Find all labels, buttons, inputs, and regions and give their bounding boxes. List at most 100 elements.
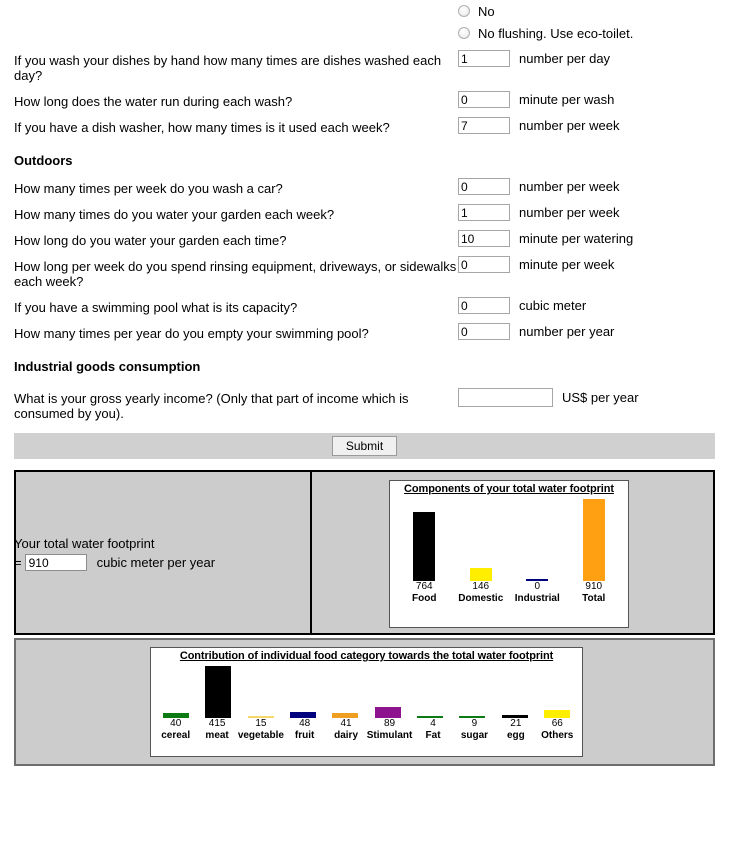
bar <box>416 716 443 718</box>
bar-value-label: 9 <box>471 718 478 729</box>
components-chart-card: Components of your total water footprint… <box>389 480 629 628</box>
bar-category-label: meat <box>205 730 229 741</box>
bar-category-label: vegetable <box>237 730 284 741</box>
question-field: number per week <box>458 204 619 221</box>
radio-button-icon[interactable] <box>458 27 470 39</box>
unit-label: cubic meter <box>519 298 587 313</box>
bar-value-label: 0 <box>534 581 541 592</box>
axis-cell: 40 cereal <box>155 718 196 742</box>
garden-watering-duration-input[interactable] <box>458 230 510 247</box>
bar-category-label: sugar <box>460 730 489 741</box>
question-label: How long per week do you spend rinsing e… <box>14 259 457 289</box>
axis-cell: 910 Total <box>566 581 623 605</box>
pool-capacity-input[interactable] <box>458 297 510 314</box>
bar-category-label: cereal <box>161 730 191 741</box>
food-categories-chart-axis-labels: 40 cereal 415 meat 15 vegetable 48 fruit 41 dairy… <box>151 718 582 742</box>
pool-empty-per-year-input[interactable] <box>458 323 510 340</box>
axis-cell: 15 vegetable <box>238 718 284 742</box>
bar <box>459 716 486 718</box>
unit-label: number per week <box>519 205 620 220</box>
bar-value-label: 146 <box>472 581 490 592</box>
question-label: How many times do you water your garden … <box>14 207 335 222</box>
question-field: cubic meter <box>458 297 586 314</box>
question-label: If you have a dish washer, how many time… <box>14 120 390 135</box>
bar-category-label: Total <box>582 593 606 604</box>
radio-option-no-flushing[interactable]: No flushing. Use eco-toilet. <box>14 22 715 44</box>
bar-slot <box>509 495 566 581</box>
axis-cell: 41 dairy <box>325 718 366 742</box>
question-field: minute per wash <box>458 91 614 108</box>
axis-cell: 146 Domestic <box>453 581 510 605</box>
bar-slot <box>240 662 282 718</box>
bar <box>526 579 549 581</box>
rinsing-per-week-input[interactable] <box>458 256 510 273</box>
bar <box>247 716 274 718</box>
bar-slot <box>493 662 535 718</box>
bar-category-label: Industrial <box>514 593 560 604</box>
bar-slot <box>409 662 451 718</box>
axis-cell: 9 sugar <box>454 718 495 742</box>
water-footprint-calculator-page: No No flushing. Use eco-toilet. If you w… <box>0 0 729 846</box>
question-row: How long do you water your garden each t… <box>14 230 715 248</box>
bar <box>163 713 190 718</box>
bar-slot <box>282 662 324 718</box>
question-row: How long does the water run during each … <box>14 91 715 109</box>
axis-cell: 4 Fat <box>412 718 453 742</box>
radio-option-no[interactable]: No <box>14 0 715 22</box>
bar <box>543 710 570 718</box>
garden-watering-per-week-input[interactable] <box>458 204 510 221</box>
axis-cell: 66 Others <box>537 718 578 742</box>
total-footprint-panel: Your total water footprint = cubic meter… <box>14 472 312 633</box>
axis-cell: 0 Industrial <box>509 581 566 605</box>
axis-cell: 48 fruit <box>284 718 325 742</box>
bar <box>290 712 317 718</box>
bar-category-label: Stimulant <box>366 730 413 741</box>
bar-value-label: 66 <box>551 718 563 729</box>
bar-slot <box>396 495 453 581</box>
submit-button[interactable]: Submit <box>331 436 398 456</box>
bar-value-label: 15 <box>255 718 267 729</box>
radio-button-icon[interactable] <box>458 5 470 17</box>
total-footprint-value-input[interactable] <box>24 554 87 571</box>
question-label: If you wash your dishes by hand how many… <box>14 53 442 83</box>
dishes-per-day-input[interactable] <box>458 50 510 67</box>
bar-value-label: 764 <box>415 581 433 592</box>
unit-label: number per year <box>519 324 615 339</box>
question-row: If you have a swimming pool what is its … <box>14 297 715 315</box>
dishwasher-per-week-input[interactable] <box>458 117 510 134</box>
components-chart-plot <box>390 495 628 581</box>
question-label: How many times per year do you empty you… <box>14 326 369 341</box>
bar-category-label: Others <box>541 730 574 741</box>
components-chart-axis-labels: 764 Food 146 Domestic 0 Industrial 910 Total <box>390 581 628 605</box>
bar-value-label: 415 <box>208 718 226 729</box>
components-chart-area: Components of your total water footprint… <box>312 472 713 633</box>
question-field: number per year <box>458 323 614 340</box>
section-heading-outdoors: Outdoors <box>14 153 73 168</box>
total-footprint-label: Your total water footprint <box>14 536 155 551</box>
bar-slot <box>536 662 578 718</box>
unit-label: number per week <box>519 179 620 194</box>
bar <box>582 499 605 581</box>
car-wash-per-week-input[interactable] <box>458 178 510 195</box>
food-categories-chart-plot <box>151 662 582 718</box>
question-field: number per week <box>458 178 619 195</box>
bar-category-label: Domestic <box>458 593 504 604</box>
yearly-income-input[interactable] <box>458 388 553 407</box>
bar <box>469 568 492 581</box>
bar-category-label: dairy <box>334 730 359 741</box>
water-run-per-wash-input[interactable] <box>458 91 510 108</box>
bar-category-label: Fat <box>425 730 441 741</box>
results-panel-bottom: Contribution of individual food category… <box>14 638 715 766</box>
bar-value-label: 41 <box>340 718 352 729</box>
results-panel-top: Your total water footprint = cubic meter… <box>14 470 715 635</box>
question-row: How many times per week do you wash a ca… <box>14 178 715 196</box>
bar-slot <box>197 662 239 718</box>
question-field: US$ per year <box>458 388 639 407</box>
food-categories-chart-card: Contribution of individual food category… <box>150 647 583 757</box>
question-label: How many times per week do you wash a ca… <box>14 181 283 196</box>
axis-cell: 89 Stimulant <box>367 718 413 742</box>
bar-value-label: 89 <box>383 718 396 729</box>
bar-value-label: 40 <box>170 718 182 729</box>
bar-category-label: egg <box>506 730 525 741</box>
bar-slot <box>451 662 493 718</box>
